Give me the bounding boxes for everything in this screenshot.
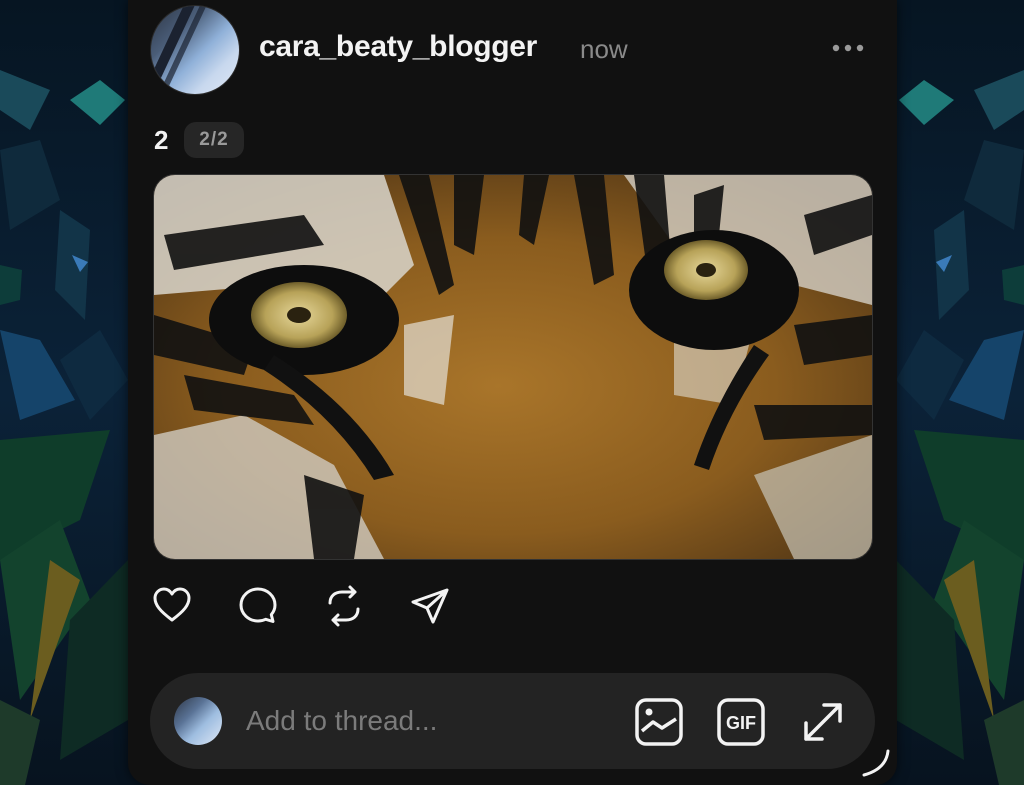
comment-icon[interactable] <box>236 584 280 628</box>
image-icon[interactable] <box>634 697 684 747</box>
post-timestamp: now <box>580 34 628 64</box>
gif-label: GIF <box>726 713 756 733</box>
expand-icon[interactable] <box>798 697 848 747</box>
share-icon[interactable] <box>408 584 452 628</box>
reply-composer: Add to thread... GIF <box>150 673 875 769</box>
heart-icon[interactable] <box>150 584 194 628</box>
repost-icon[interactable] <box>322 584 366 628</box>
more-options-icon[interactable] <box>828 38 868 58</box>
resize-handle-icon[interactable] <box>858 745 892 779</box>
gif-icon[interactable]: GIF <box>716 697 766 747</box>
profile-avatar[interactable] <box>150 5 240 95</box>
page-indicator-badge: 2/2 <box>184 122 244 158</box>
post-username[interactable]: cara_beaty_blogger <box>259 30 537 64</box>
post-number: 2 <box>154 125 169 155</box>
thread-post-card: cara_beaty_blogger now 2 2/2 Add to thre… <box>128 0 897 785</box>
composer-avatar <box>174 697 222 745</box>
post-image[interactable] <box>153 174 873 560</box>
add-to-thread-input[interactable]: Add to thread... <box>246 697 616 745</box>
